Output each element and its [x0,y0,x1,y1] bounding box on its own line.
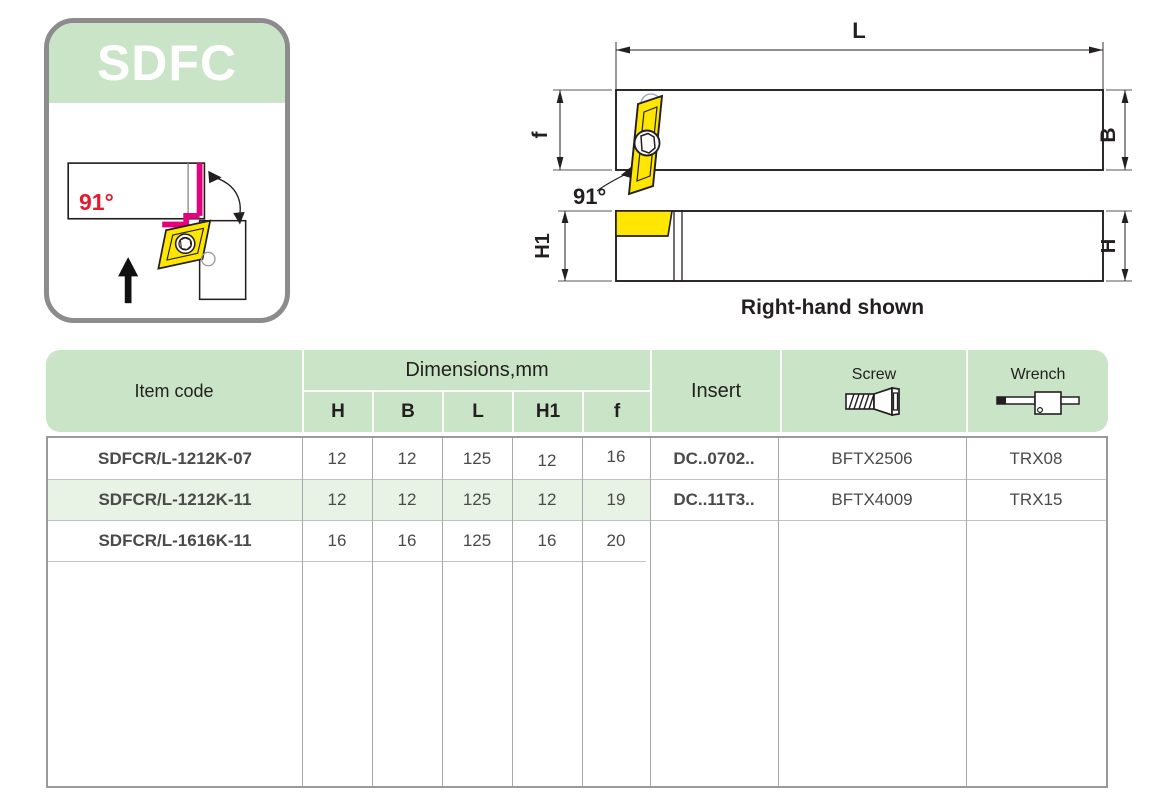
cell-B: 16 [397,530,417,550]
header-wrench-label: Wrench [1010,365,1066,383]
specification-table: Item code Dimensions,mm H B L H1 f Inser… [46,350,1108,788]
header-insert: Insert [652,350,780,432]
logo-angle-label: 91° [79,189,114,215]
dim-H1-label: H1 [532,233,554,259]
header-dim-H1: H1 [514,392,582,432]
header-dim-B: B [374,392,442,432]
cell-L: 125 [462,448,492,468]
dim-H-label: H [1098,239,1120,253]
cell-screw: BFTX4009 [831,489,913,509]
header-item-code: Item code [46,350,302,432]
wrench-icon [996,391,1080,415]
cell-wrench: TRX08 [1009,448,1063,468]
cell-L: 125 [462,530,492,550]
screw-icon [845,387,900,417]
header-dim-H: H [304,392,372,432]
dim-f-label: f [529,131,552,139]
cell-f: 20 [606,530,626,550]
cell-H: 12 [327,489,347,509]
cell-H1: 16 [537,530,557,550]
header-dim-L: L [444,392,512,432]
cell-H: 16 [327,530,347,550]
dim-B-label: B [1097,127,1120,142]
cell-B: 12 [397,448,417,468]
cell-L: 125 [462,489,492,509]
table-body: SDFCR/L-1212K-07 12 12 125 12 16 DC..070… [46,436,1108,788]
table-row: SDFCR/L-1212K-07 [98,448,252,468]
table-row: SDFCR/L-1616K-11 [98,530,252,550]
row-divider-3 [48,561,646,562]
table-row: SDFCR/L-1212K-11 [98,489,252,509]
cell-wrench: TRX15 [1009,489,1063,509]
side-view-drawing: H1 H [532,210,1132,282]
cell-f: 19 [606,489,626,509]
header-dimensions-group: Dimensions,mm [304,350,650,390]
header-wrench: Wrench [968,350,1108,432]
logo-title: SDFC [96,35,238,91]
cell-insert: DC..11T3.. [673,489,755,509]
header-dim-f: f [584,392,650,432]
cell-H1: 12 [537,450,557,470]
feed-direction-arrow [118,257,139,304]
cell-insert: DC..0702.. [673,448,755,468]
product-logo-card: SDFC 91° [44,18,290,323]
logo-banner: SDFC [49,23,285,103]
top-view-drawing: L f B 91° [529,18,1132,204]
cell-f: 16 [606,446,626,466]
cell-screw: BFTX2506 [831,448,913,468]
cell-H: 12 [327,448,347,468]
dim-L-label: L [852,18,865,43]
drawing-caption: Right-hand shown [740,296,925,319]
cell-H1: 12 [537,489,557,509]
cell-B: 12 [397,489,417,509]
table-header: Item code Dimensions,mm H B L H1 f Inser… [46,350,1108,432]
header-screw: Screw [782,350,966,432]
header-screw-label: Screw [851,365,897,383]
